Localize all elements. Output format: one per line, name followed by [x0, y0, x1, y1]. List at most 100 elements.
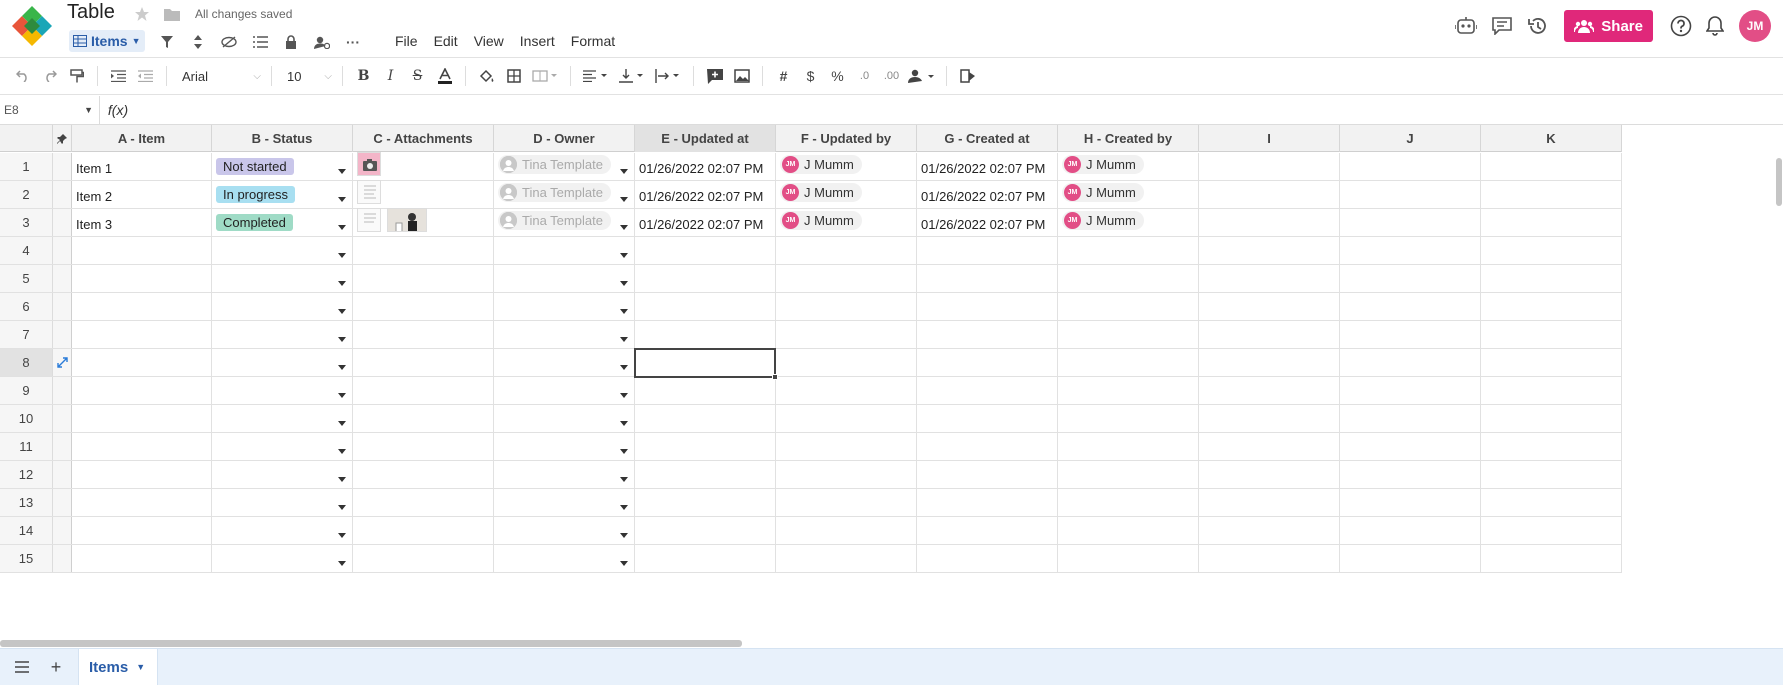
grid-cell[interactable]	[917, 377, 1058, 404]
grid-cell[interactable]	[635, 433, 776, 460]
row-gutter[interactable]	[53, 293, 72, 320]
updated-by-contact[interactable]: JM J Mumm	[780, 211, 862, 230]
grid-cell[interactable]	[1481, 433, 1622, 460]
grid-cell[interactable]	[776, 433, 917, 460]
grid-cell[interactable]	[776, 349, 917, 376]
grid-cell[interactable]	[1199, 181, 1340, 208]
currency-format-icon[interactable]: $	[797, 63, 824, 89]
grid-cell[interactable]	[1340, 545, 1481, 572]
grid-cell[interactable]	[1058, 377, 1199, 404]
sort-icon[interactable]	[187, 31, 209, 53]
user-permissions-icon[interactable]	[311, 31, 333, 53]
grid-cell[interactable]	[353, 433, 494, 460]
dropdown-arrow-icon[interactable]	[338, 393, 346, 398]
grid-cell[interactable]: JM J Mumm	[776, 209, 917, 236]
formula-input[interactable]	[136, 96, 1783, 124]
created-by-contact[interactable]: JM J Mumm	[1062, 183, 1144, 202]
attachment-thumbnail[interactable]	[357, 208, 381, 232]
fill-color-icon[interactable]	[473, 63, 500, 89]
grid-cell[interactable]	[1199, 377, 1340, 404]
grid-cell[interactable]: JM J Mumm	[776, 153, 917, 180]
grid-cell[interactable]	[1481, 181, 1622, 208]
grid-cell[interactable]	[1199, 461, 1340, 488]
grid-cell[interactable]	[776, 489, 917, 516]
sheet-list-menu-icon[interactable]	[10, 656, 34, 678]
more-options-icon[interactable]: ···	[342, 31, 364, 53]
dropdown-arrow-icon[interactable]	[338, 449, 346, 454]
grid-cell[interactable]	[1340, 349, 1481, 376]
grid-cell[interactable]: JM J Mumm	[776, 181, 917, 208]
dropdown-arrow-icon[interactable]	[620, 505, 628, 510]
grid-cell[interactable]	[353, 349, 494, 376]
grid-cell[interactable]	[353, 208, 494, 236]
grid-cell[interactable]	[635, 321, 776, 348]
grid-cell[interactable]	[72, 377, 212, 404]
grid-cell[interactable]	[917, 321, 1058, 348]
indent-decrease-icon[interactable]	[132, 63, 159, 89]
app-logo-icon[interactable]	[10, 6, 54, 46]
grid-cell[interactable]	[494, 349, 635, 376]
grid-cell[interactable]	[353, 293, 494, 320]
column-header-b[interactable]: B - Status	[212, 125, 353, 152]
grid-cell[interactable]	[212, 545, 353, 572]
attachment-thumbnail[interactable]	[387, 208, 427, 232]
row-gutter[interactable]	[53, 237, 72, 264]
grid-cell[interactable]	[212, 377, 353, 404]
dropdown-arrow-icon[interactable]	[338, 309, 346, 314]
column-header-d[interactable]: D - Owner	[494, 125, 635, 152]
row-gutter[interactable]	[53, 405, 72, 432]
grid-cell[interactable]: 01/26/2022 02:07 PM	[917, 153, 1058, 180]
grid-cell[interactable]	[776, 461, 917, 488]
grid-cell[interactable]	[1481, 265, 1622, 292]
owner-contact[interactable]: Tina Template	[498, 211, 611, 230]
grid-cell[interactable]	[1481, 153, 1622, 180]
grid-cell[interactable]	[1199, 405, 1340, 432]
dropdown-arrow-icon[interactable]	[338, 421, 346, 426]
menu-format[interactable]: Format	[571, 33, 615, 49]
expand-row-icon[interactable]	[56, 357, 68, 368]
grid-cell[interactable]	[776, 265, 917, 292]
dropdown-arrow-icon[interactable]	[338, 337, 346, 342]
grid-cell[interactable]: Item 1	[72, 153, 212, 180]
italic-icon[interactable]: I	[377, 63, 404, 89]
grid-cell[interactable]	[776, 321, 917, 348]
grid-cell[interactable]	[1481, 405, 1622, 432]
grid-cell[interactable]	[917, 293, 1058, 320]
bold-icon[interactable]: B	[350, 63, 377, 89]
grid-cell[interactable]	[635, 293, 776, 320]
grid-cell[interactable]	[1199, 545, 1340, 572]
redo-icon[interactable]	[36, 63, 63, 89]
grid-cell[interactable]	[1199, 489, 1340, 516]
grid-cell[interactable]	[635, 377, 776, 404]
attachment-thumbnail[interactable]	[357, 152, 381, 176]
updated-by-contact[interactable]: JM J Mumm	[780, 155, 862, 174]
star-icon[interactable]	[131, 3, 153, 25]
grid-cell[interactable]	[353, 489, 494, 516]
row-gutter[interactable]	[53, 153, 72, 180]
row-number[interactable]: 9	[0, 377, 53, 404]
menu-insert[interactable]: Insert	[520, 33, 555, 49]
bot-icon[interactable]	[1448, 15, 1484, 37]
row-gutter[interactable]	[53, 517, 72, 544]
dropdown-arrow-icon[interactable]	[338, 281, 346, 286]
dropdown-arrow-icon[interactable]	[620, 169, 628, 174]
dropdown-arrow-icon[interactable]	[338, 253, 346, 258]
grid-cell[interactable]	[917, 461, 1058, 488]
undo-icon[interactable]	[9, 63, 36, 89]
grid-cell[interactable]	[494, 377, 635, 404]
grid-cell[interactable]: 01/26/2022 02:07 PM	[635, 209, 776, 236]
dropdown-arrow-icon[interactable]	[620, 449, 628, 454]
grid-cell[interactable]	[1199, 293, 1340, 320]
horizontal-align-icon[interactable]	[578, 63, 614, 89]
row-gutter[interactable]	[53, 321, 72, 348]
grid-cell[interactable]	[1340, 237, 1481, 264]
grid-cell[interactable]	[212, 349, 353, 376]
grid-cell[interactable]: JM J Mumm	[1058, 181, 1199, 208]
grid-cell[interactable]	[72, 461, 212, 488]
grid-cell[interactable]	[494, 517, 635, 544]
share-button[interactable]: Share	[1564, 10, 1653, 42]
grid-cell[interactable]	[1481, 377, 1622, 404]
row-number[interactable]: 5	[0, 265, 53, 292]
row-gutter[interactable]	[53, 433, 72, 460]
corner-cell[interactable]	[0, 125, 53, 152]
